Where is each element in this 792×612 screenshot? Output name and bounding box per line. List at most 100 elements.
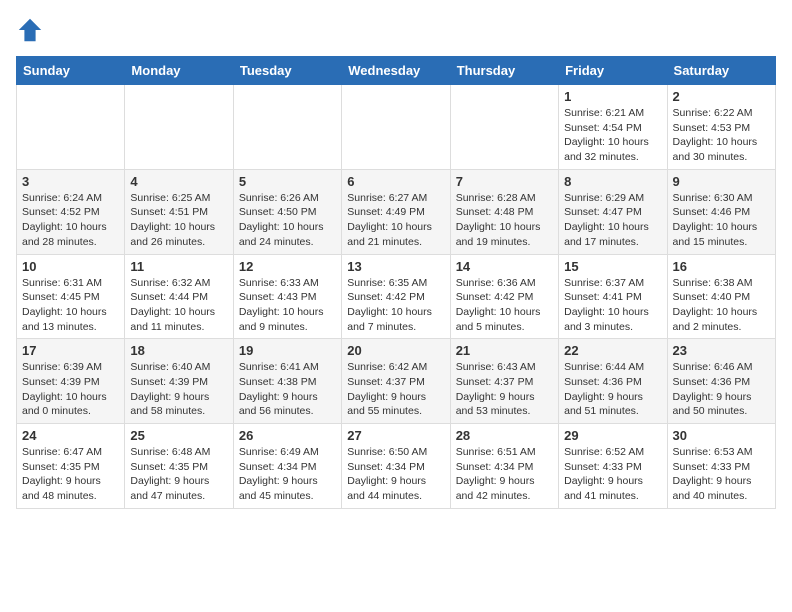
day-info: Sunrise: 6:41 AMSunset: 4:38 PMDaylight:…	[239, 360, 336, 419]
calendar-cell: 17 Sunrise: 6:39 AMSunset: 4:39 PMDayligh…	[17, 339, 125, 424]
day-info: Sunrise: 6:46 AMSunset: 4:36 PMDaylight:…	[673, 360, 770, 419]
calendar-cell: 6 Sunrise: 6:27 AMSunset: 4:49 PMDaylight…	[342, 169, 450, 254]
day-number: 20	[347, 343, 444, 358]
calendar-cell: 16 Sunrise: 6:38 AMSunset: 4:40 PMDayligh…	[667, 254, 775, 339]
day-number: 9	[673, 174, 770, 189]
calendar-table: SundayMondayTuesdayWednesdayThursdayFrid…	[16, 56, 776, 509]
calendar-cell: 11 Sunrise: 6:32 AMSunset: 4:44 PMDayligh…	[125, 254, 233, 339]
calendar-cell: 10Sunrise: 6:31 AMSunset: 4:45 PMDayligh…	[17, 254, 125, 339]
day-number: 1	[564, 89, 661, 104]
calendar-cell: 14 Sunrise: 6:36 AMSunset: 4:42 PMDayligh…	[450, 254, 558, 339]
weekday-header-friday: Friday	[559, 57, 667, 85]
day-number: 29	[564, 428, 661, 443]
day-info: Sunrise: 6:44 AMSunset: 4:36 PMDaylight:…	[564, 360, 661, 419]
weekday-header-monday: Monday	[125, 57, 233, 85]
calendar-cell: 4Sunrise: 6:25 AMSunset: 4:51 PMDaylight…	[125, 169, 233, 254]
day-info: Sunrise: 6:42 AMSunset: 4:37 PMDaylight:…	[347, 360, 444, 419]
calendar-cell: 3 Sunrise: 6:24 AMSunset: 4:52 PMDaylight…	[17, 169, 125, 254]
calendar-cell: 5Sunrise: 6:26 AMSunset: 4:50 PMDaylight…	[233, 169, 341, 254]
calendar-cell: 9 Sunrise: 6:30 AMSunset: 4:46 PMDaylight…	[667, 169, 775, 254]
day-info: Sunrise: 6:38 AMSunset: 4:40 PMDaylight:…	[673, 276, 770, 335]
day-number: 7	[456, 174, 553, 189]
day-number: 24	[22, 428, 119, 443]
calendar-cell: 13 Sunrise: 6:35 AMSunset: 4:42 PMDayligh…	[342, 254, 450, 339]
calendar-cell: 28Sunrise: 6:51 AMSunset: 4:34 PMDayligh…	[450, 424, 558, 509]
day-number: 17	[22, 343, 119, 358]
day-info: Sunrise: 6:47 AMSunset: 4:35 PMDaylight:…	[22, 445, 119, 504]
calendar-cell: 27Sunrise: 6:50 AMSunset: 4:34 PMDayligh…	[342, 424, 450, 509]
calendar-cell	[342, 85, 450, 170]
calendar-cell: 29 Sunrise: 6:52 AMSunset: 4:33 PMDayligh…	[559, 424, 667, 509]
calendar-cell: 2 Sunrise: 6:22 AMSunset: 4:53 PMDaylight…	[667, 85, 775, 170]
calendar-cell: 20 Sunrise: 6:42 AMSunset: 4:37 PMDayligh…	[342, 339, 450, 424]
calendar-cell: 1 Sunrise: 6:21 AMSunset: 4:54 PMDaylight…	[559, 85, 667, 170]
weekday-header-row: SundayMondayTuesdayWednesdayThursdayFrid…	[17, 57, 776, 85]
day-info: Sunrise: 6:28 AMSunset: 4:48 PMDaylight:…	[456, 191, 553, 250]
day-number: 23	[673, 343, 770, 358]
calendar-cell: 8Sunrise: 6:29 AMSunset: 4:47 PMDaylight…	[559, 169, 667, 254]
week-row-4: 17 Sunrise: 6:39 AMSunset: 4:39 PMDayligh…	[17, 339, 776, 424]
logo	[16, 16, 48, 44]
calendar-cell: 23 Sunrise: 6:46 AMSunset: 4:36 PMDayligh…	[667, 339, 775, 424]
day-number: 19	[239, 343, 336, 358]
calendar-cell: 25Sunrise: 6:48 AMSunset: 4:35 PMDayligh…	[125, 424, 233, 509]
page-header	[16, 16, 776, 44]
day-info: Sunrise: 6:32 AMSunset: 4:44 PMDaylight:…	[130, 276, 227, 335]
day-number: 10	[22, 259, 119, 274]
weekday-header-tuesday: Tuesday	[233, 57, 341, 85]
day-info: Sunrise: 6:35 AMSunset: 4:42 PMDaylight:…	[347, 276, 444, 335]
week-row-3: 10Sunrise: 6:31 AMSunset: 4:45 PMDayligh…	[17, 254, 776, 339]
day-number: 21	[456, 343, 553, 358]
week-row-1: 1 Sunrise: 6:21 AMSunset: 4:54 PMDaylight…	[17, 85, 776, 170]
day-number: 22	[564, 343, 661, 358]
calendar-cell: 22 Sunrise: 6:44 AMSunset: 4:36 PMDayligh…	[559, 339, 667, 424]
day-number: 14	[456, 259, 553, 274]
calendar-cell	[233, 85, 341, 170]
calendar-cell	[450, 85, 558, 170]
day-number: 3	[22, 174, 119, 189]
weekday-header-thursday: Thursday	[450, 57, 558, 85]
day-info: Sunrise: 6:27 AMSunset: 4:49 PMDaylight:…	[347, 191, 444, 250]
day-number: 11	[130, 259, 227, 274]
calendar-cell: 24 Sunrise: 6:47 AMSunset: 4:35 PMDayligh…	[17, 424, 125, 509]
day-info: Sunrise: 6:39 AMSunset: 4:39 PMDaylight:…	[22, 360, 119, 419]
day-number: 16	[673, 259, 770, 274]
calendar-cell	[17, 85, 125, 170]
day-info: Sunrise: 6:21 AMSunset: 4:54 PMDaylight:…	[564, 106, 661, 165]
week-row-5: 24 Sunrise: 6:47 AMSunset: 4:35 PMDayligh…	[17, 424, 776, 509]
day-info: Sunrise: 6:52 AMSunset: 4:33 PMDaylight:…	[564, 445, 661, 504]
day-number: 13	[347, 259, 444, 274]
day-info: Sunrise: 6:33 AMSunset: 4:43 PMDaylight:…	[239, 276, 336, 335]
day-info: Sunrise: 6:48 AMSunset: 4:35 PMDaylight:…	[130, 445, 227, 504]
day-number: 6	[347, 174, 444, 189]
day-info: Sunrise: 6:51 AMSunset: 4:34 PMDaylight:…	[456, 445, 553, 504]
day-info: Sunrise: 6:36 AMSunset: 4:42 PMDaylight:…	[456, 276, 553, 335]
calendar-cell: 7 Sunrise: 6:28 AMSunset: 4:48 PMDaylight…	[450, 169, 558, 254]
week-row-2: 3 Sunrise: 6:24 AMSunset: 4:52 PMDaylight…	[17, 169, 776, 254]
day-number: 4	[130, 174, 227, 189]
day-info: Sunrise: 6:37 AMSunset: 4:41 PMDaylight:…	[564, 276, 661, 335]
day-info: Sunrise: 6:30 AMSunset: 4:46 PMDaylight:…	[673, 191, 770, 250]
weekday-header-saturday: Saturday	[667, 57, 775, 85]
day-info: Sunrise: 6:53 AMSunset: 4:33 PMDaylight:…	[673, 445, 770, 504]
calendar-cell: 19 Sunrise: 6:41 AMSunset: 4:38 PMDayligh…	[233, 339, 341, 424]
day-number: 8	[564, 174, 661, 189]
calendar-cell: 18Sunrise: 6:40 AMSunset: 4:39 PMDayligh…	[125, 339, 233, 424]
day-info: Sunrise: 6:50 AMSunset: 4:34 PMDaylight:…	[347, 445, 444, 504]
day-number: 30	[673, 428, 770, 443]
day-number: 2	[673, 89, 770, 104]
day-number: 5	[239, 174, 336, 189]
weekday-header-sunday: Sunday	[17, 57, 125, 85]
calendar-cell: 21Sunrise: 6:43 AMSunset: 4:37 PMDayligh…	[450, 339, 558, 424]
weekday-header-wednesday: Wednesday	[342, 57, 450, 85]
calendar-cell: 30 Sunrise: 6:53 AMSunset: 4:33 PMDayligh…	[667, 424, 775, 509]
calendar-cell: 15Sunrise: 6:37 AMSunset: 4:41 PMDayligh…	[559, 254, 667, 339]
calendar-cell	[125, 85, 233, 170]
day-number: 26	[239, 428, 336, 443]
calendar-cell: 26Sunrise: 6:49 AMSunset: 4:34 PMDayligh…	[233, 424, 341, 509]
calendar-cell: 12Sunrise: 6:33 AMSunset: 4:43 PMDayligh…	[233, 254, 341, 339]
day-info: Sunrise: 6:24 AMSunset: 4:52 PMDaylight:…	[22, 191, 119, 250]
day-info: Sunrise: 6:22 AMSunset: 4:53 PMDaylight:…	[673, 106, 770, 165]
day-number: 18	[130, 343, 227, 358]
logo-icon	[16, 16, 44, 44]
